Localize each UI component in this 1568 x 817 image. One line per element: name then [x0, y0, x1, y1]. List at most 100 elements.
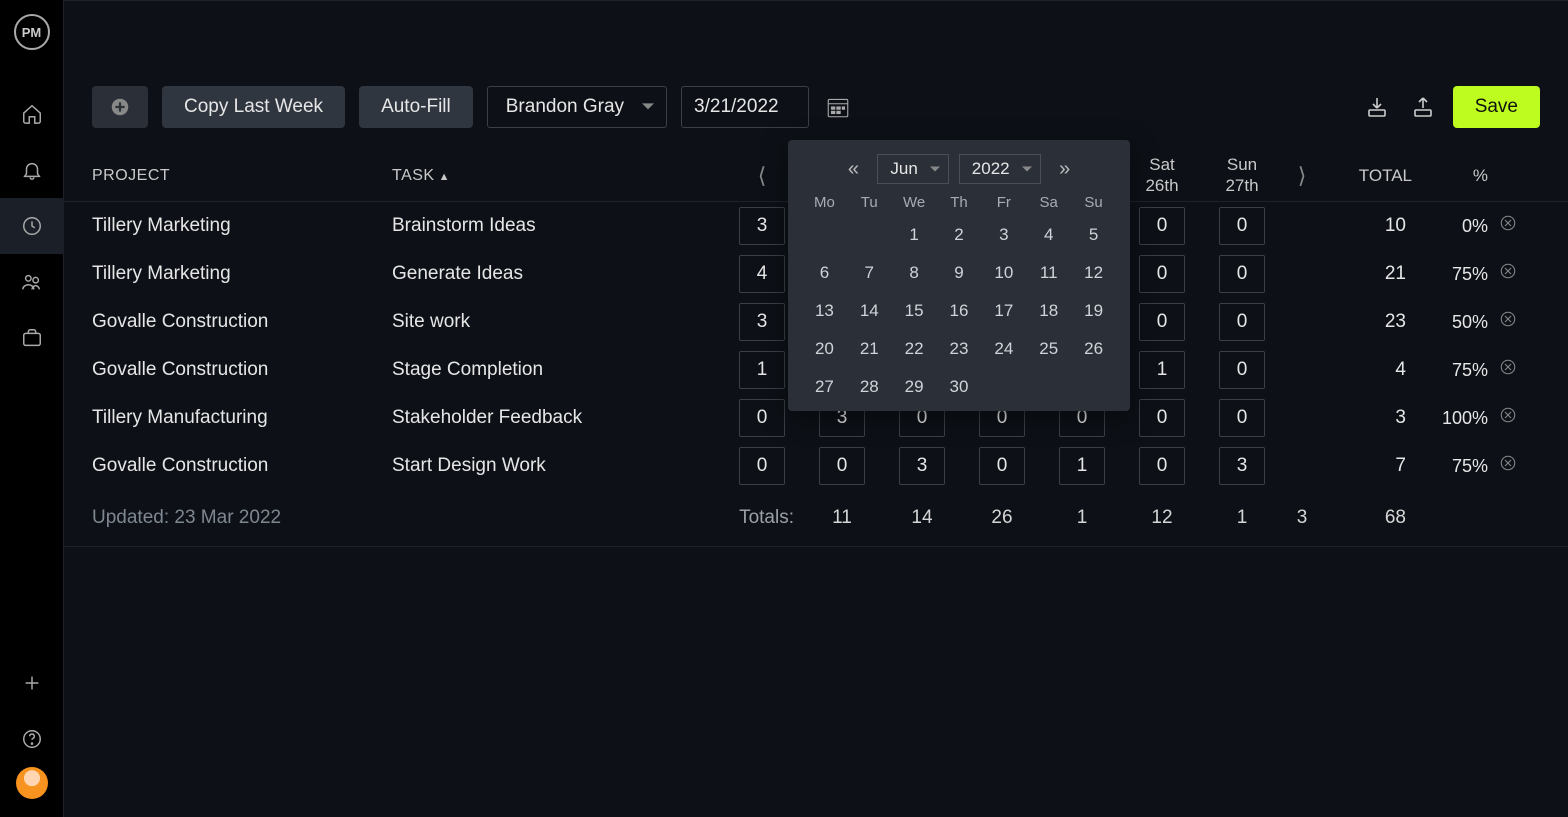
totals-d7: 3 — [1282, 507, 1322, 529]
calendar-day[interactable]: 16 — [937, 297, 982, 325]
calendar-day[interactable]: 2 — [937, 221, 982, 249]
calendar-day[interactable]: 4 — [1026, 221, 1071, 249]
delete-row-button[interactable] — [1488, 262, 1528, 286]
app-logo: PM — [14, 14, 50, 50]
week-prev-button[interactable]: ⟨ — [748, 162, 776, 190]
calendar-trigger[interactable] — [823, 92, 853, 122]
nav-timesheet[interactable] — [0, 198, 64, 254]
hours-input[interactable] — [1219, 207, 1265, 245]
hours-input[interactable] — [1059, 447, 1105, 485]
col-task-header[interactable]: TASK▲ — [392, 167, 722, 185]
save-button[interactable]: Save — [1453, 86, 1540, 128]
hours-input[interactable] — [739, 207, 785, 245]
calendar-dow: Tu — [847, 194, 892, 211]
col-project-header[interactable]: PROJECT — [92, 167, 392, 185]
calendar-day[interactable]: 20 — [802, 335, 847, 363]
calendar-day[interactable]: 14 — [847, 297, 892, 325]
calendar-day[interactable]: 23 — [937, 335, 982, 363]
nav-add[interactable] — [0, 655, 64, 711]
calendar-day[interactable]: 27 — [802, 373, 847, 401]
cell-total: 7 — [1322, 455, 1412, 477]
hours-input[interactable] — [1219, 447, 1265, 485]
delete-row-button[interactable] — [1488, 310, 1528, 334]
user-select-label: Brandon Gray — [506, 96, 624, 118]
main: Copy Last Week Auto-Fill Brandon Gray Sa… — [64, 0, 1568, 817]
hours-input[interactable] — [1139, 399, 1185, 437]
date-input[interactable] — [681, 86, 809, 128]
nav-team[interactable] — [0, 254, 64, 310]
cell-task: Stage Completion — [392, 359, 722, 381]
totals-d5: 12 — [1122, 507, 1202, 529]
calendar-day[interactable]: 7 — [847, 259, 892, 287]
nav-help[interactable] — [0, 711, 64, 767]
import-button[interactable] — [1361, 91, 1393, 123]
cell-project: Tillery Marketing — [92, 215, 392, 237]
calendar-day[interactable]: 11 — [1026, 259, 1071, 287]
hours-input[interactable] — [1219, 303, 1265, 341]
col-total-header: TOTAL — [1322, 166, 1412, 186]
nav-projects[interactable] — [0, 310, 64, 366]
calendar-dow: Su — [1071, 194, 1116, 211]
calendar-day[interactable]: 22 — [892, 335, 937, 363]
updated-label: Updated: 23 Mar 2022 — [92, 507, 392, 529]
calendar-day[interactable]: 3 — [981, 221, 1026, 249]
calendar-day[interactable]: 30 — [937, 373, 982, 401]
user-avatar[interactable] — [16, 767, 48, 799]
calendar-day[interactable]: 1 — [892, 221, 937, 249]
calendar-day[interactable]: 24 — [981, 335, 1026, 363]
delete-row-button[interactable] — [1488, 406, 1528, 430]
hours-input[interactable] — [1219, 399, 1265, 437]
calendar-year-select[interactable]: 2022 — [959, 154, 1041, 184]
delete-row-button[interactable] — [1488, 214, 1528, 238]
auto-fill-button[interactable]: Auto-Fill — [359, 86, 473, 128]
calendar-dow: Th — [937, 194, 982, 211]
add-row-button[interactable] — [92, 86, 148, 128]
hours-input[interactable] — [739, 447, 785, 485]
totals-d2: 14 — [882, 507, 962, 529]
week-next-button[interactable]: ⟩ — [1288, 162, 1316, 190]
calendar-day[interactable]: 15 — [892, 297, 937, 325]
cell-project: Govalle Construction — [92, 311, 392, 333]
cell-task: Brainstorm Ideas — [392, 215, 722, 237]
calendar-day[interactable]: 28 — [847, 373, 892, 401]
hours-input[interactable] — [1139, 447, 1185, 485]
export-button[interactable] — [1407, 91, 1439, 123]
hours-input[interactable] — [899, 447, 945, 485]
user-select[interactable]: Brandon Gray — [487, 86, 667, 128]
hours-input[interactable] — [1219, 255, 1265, 293]
calendar-day[interactable]: 10 — [981, 259, 1026, 287]
hours-input[interactable] — [1139, 255, 1185, 293]
delete-row-button[interactable] — [1488, 358, 1528, 382]
calendar-next-button[interactable]: » — [1051, 158, 1079, 181]
calendar-day[interactable]: 21 — [847, 335, 892, 363]
copy-last-week-button[interactable]: Copy Last Week — [162, 86, 345, 128]
cell-pct: 75% — [1412, 456, 1488, 477]
calendar-day[interactable]: 29 — [892, 373, 937, 401]
nav-home[interactable] — [0, 86, 64, 142]
calendar-day[interactable]: 13 — [802, 297, 847, 325]
hours-input[interactable] — [739, 303, 785, 341]
hours-input[interactable] — [819, 447, 865, 485]
nav-notifications[interactable] — [0, 142, 64, 198]
calendar-day[interactable]: 18 — [1026, 297, 1071, 325]
calendar-day[interactable]: 17 — [981, 297, 1026, 325]
hours-input[interactable] — [1219, 351, 1265, 389]
hours-input[interactable] — [739, 255, 785, 293]
calendar-day[interactable]: 6 — [802, 259, 847, 287]
hours-input[interactable] — [739, 399, 785, 437]
calendar-day[interactable]: 8 — [892, 259, 937, 287]
calendar-prev-button[interactable]: « — [839, 158, 867, 181]
calendar-month-select[interactable]: Jun — [877, 154, 948, 184]
calendar-day[interactable]: 5 — [1071, 221, 1116, 249]
calendar-day[interactable]: 12 — [1071, 259, 1116, 287]
hours-input[interactable] — [739, 351, 785, 389]
delete-row-button[interactable] — [1488, 454, 1528, 478]
hours-input[interactable] — [1139, 207, 1185, 245]
hours-input[interactable] — [1139, 303, 1185, 341]
calendar-day[interactable]: 19 — [1071, 297, 1116, 325]
hours-input[interactable] — [1139, 351, 1185, 389]
calendar-day[interactable]: 25 — [1026, 335, 1071, 363]
hours-input[interactable] — [979, 447, 1025, 485]
calendar-day[interactable]: 26 — [1071, 335, 1116, 363]
calendar-day[interactable]: 9 — [937, 259, 982, 287]
